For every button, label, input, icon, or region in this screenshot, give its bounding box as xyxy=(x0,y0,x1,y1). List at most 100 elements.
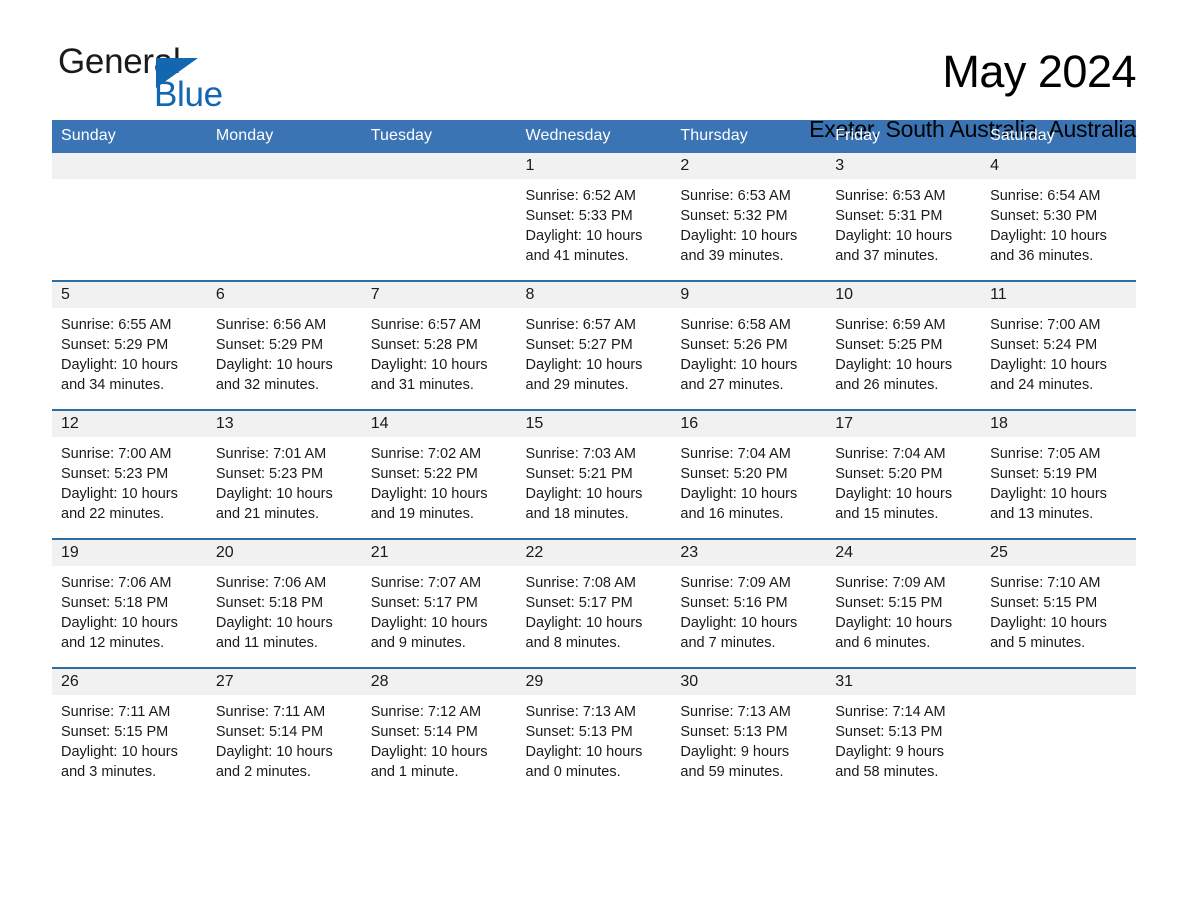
daylight-text-line1: Daylight: 9 hours xyxy=(680,744,790,760)
day-number-cell[interactable]: 27 xyxy=(206,669,362,695)
day-number-cell[interactable]: 15 xyxy=(516,411,672,437)
day-number-cell[interactable]: 21 xyxy=(361,540,517,566)
day-number-cell[interactable]: 14 xyxy=(361,411,517,437)
sunset-text: Sunset: 5:24 PM xyxy=(990,337,1098,353)
daylight-text-line2: and 1 minute. xyxy=(370,764,459,780)
day-number-cell[interactable]: 3 xyxy=(826,153,982,179)
day-number-cell[interactable]: 26 xyxy=(52,669,207,695)
daylight-text-line1: Daylight: 10 hours xyxy=(680,615,798,631)
daylight-text-line2: and 34 minutes. xyxy=(61,377,165,393)
sunset-text: Sunset: 5:29 PM xyxy=(215,337,324,353)
daylight-text-line1: Daylight: 10 hours xyxy=(525,228,643,244)
sunset-text: Sunset: 5:19 PM xyxy=(990,466,1098,482)
day-number-cell[interactable]: 7 xyxy=(361,282,517,308)
day-number-cell[interactable]: 4 xyxy=(981,153,1136,179)
daylight-text-line1: Daylight: 10 hours xyxy=(680,357,798,373)
day-detail-cell: Sunrise: 7:09 AM Sunset: 5:16 PM Daylight:… xyxy=(671,566,827,667)
day-detail-cell: Sunrise: 7:02 AM Sunset: 5:22 PM Daylight:… xyxy=(361,437,517,538)
day-detail-cell: Sunrise: 6:53 AM Sunset: 5:32 PM Daylight:… xyxy=(671,179,827,280)
daylight-text-line2: and 24 minutes. xyxy=(990,377,1094,393)
sunrise-text: Sunrise: 6:58 AM xyxy=(680,317,791,333)
day-number-cell[interactable]: 17 xyxy=(826,411,982,437)
daylight-text-line1: Daylight: 10 hours xyxy=(990,486,1107,502)
day-number-cell[interactable]: 12 xyxy=(52,411,207,437)
daylight-text-line1: Daylight: 10 hours xyxy=(525,615,643,631)
day-number-cell[interactable]: 8 xyxy=(516,282,672,308)
daylight-text-line1: Daylight: 10 hours xyxy=(61,744,178,760)
day-number-cell[interactable]: 20 xyxy=(206,540,362,566)
sunset-text: Sunset: 5:13 PM xyxy=(680,724,788,740)
day-detail-cell: Sunrise: 7:11 AM Sunset: 5:15 PM Daylight:… xyxy=(52,695,207,796)
day-detail-cell: Sunrise: 7:10 AM Sunset: 5:15 PM Daylight:… xyxy=(981,566,1136,667)
daylight-text-line2: and 7 minutes. xyxy=(680,635,776,651)
sunrise-text: Sunrise: 7:07 AM xyxy=(370,575,482,591)
day-number-cell[interactable]: 29 xyxy=(516,669,672,695)
day-number-cell[interactable]: 9 xyxy=(671,282,827,308)
day-detail-cell: Sunrise: 7:04 AM Sunset: 5:20 PM Daylight:… xyxy=(826,437,982,538)
day-number-cell[interactable]: 10 xyxy=(826,282,982,308)
page-header: General Blue May 2024 Exeter, South Aust… xyxy=(0,0,1188,143)
day-detail-cell: Sunrise: 6:55 AM Sunset: 5:29 PM Daylight:… xyxy=(52,308,207,409)
sunset-text: Sunset: 5:28 PM xyxy=(370,337,478,353)
daylight-text-line2: and 31 minutes. xyxy=(370,377,474,393)
day-number-cell[interactable]: 2 xyxy=(671,153,827,179)
day-detail-cell: Sunrise: 6:57 AM Sunset: 5:28 PM Daylight:… xyxy=(361,308,517,409)
day-number-cell[interactable]: 25 xyxy=(981,540,1136,566)
daylight-text-line1: Daylight: 10 hours xyxy=(835,357,953,373)
day-detail-cell: Sunrise: 7:12 AM Sunset: 5:14 PM Daylight:… xyxy=(361,695,517,796)
daylight-text-line1: Daylight: 10 hours xyxy=(215,486,333,502)
daylight-text-line2: and 0 minutes. xyxy=(525,764,621,780)
sunrise-text: Sunrise: 7:12 AM xyxy=(370,704,482,720)
day-number-cell[interactable]: 19 xyxy=(52,540,207,566)
sunset-text: Sunset: 5:13 PM xyxy=(835,724,943,740)
daylight-text-line2: and 13 minutes. xyxy=(990,506,1094,522)
day-number-cell[interactable]: 1 xyxy=(516,153,672,179)
day-detail-cell: Sunrise: 7:01 AM Sunset: 5:23 PM Daylight:… xyxy=(206,437,362,538)
daylight-text-line1: Daylight: 10 hours xyxy=(215,744,333,760)
sunset-text: Sunset: 5:31 PM xyxy=(835,208,943,224)
sunset-text: Sunset: 5:20 PM xyxy=(680,466,788,482)
day-number-cell[interactable]: 31 xyxy=(826,669,982,695)
daylight-text-line2: and 11 minutes. xyxy=(215,635,318,651)
sunrise-text: Sunrise: 7:03 AM xyxy=(525,446,636,462)
sunrise-text: Sunrise: 6:56 AM xyxy=(215,317,327,333)
day-number-cell[interactable]: 24 xyxy=(826,540,982,566)
daylight-text-line2: and 18 minutes. xyxy=(525,506,629,522)
daylight-text-line1: Daylight: 10 hours xyxy=(370,615,488,631)
day-number-cell[interactable]: 22 xyxy=(516,540,672,566)
day-number-cell[interactable]: 23 xyxy=(671,540,827,566)
sunrise-text: Sunrise: 7:06 AM xyxy=(61,575,172,591)
day-detail-cell: Sunrise: 7:07 AM Sunset: 5:17 PM Daylight:… xyxy=(361,566,517,667)
daylight-text-line1: Daylight: 10 hours xyxy=(835,486,953,502)
daylight-text-line1: Daylight: 10 hours xyxy=(370,357,488,373)
sunset-text: Sunset: 5:14 PM xyxy=(370,724,478,740)
daylight-text-line1: Daylight: 10 hours xyxy=(61,486,178,502)
day-number-cell[interactable]: 11 xyxy=(981,282,1136,308)
day-number-cell[interactable]: 30 xyxy=(671,669,827,695)
weekday-header-tuesday: Tuesday xyxy=(361,120,517,153)
day-number-cell[interactable]: 6 xyxy=(206,282,362,308)
daylight-text-line2: and 2 minutes. xyxy=(215,764,311,780)
day-detail-cell: Sunrise: 6:54 AM Sunset: 5:30 PM Daylight:… xyxy=(981,179,1136,280)
daylight-text-line2: and 32 minutes. xyxy=(215,377,320,393)
day-number-cell[interactable]: 16 xyxy=(671,411,827,437)
daylight-text-line2: and 58 minutes. xyxy=(835,764,939,780)
day-number-cell[interactable]: 13 xyxy=(206,411,362,437)
sunset-text: Sunset: 5:30 PM xyxy=(990,208,1098,224)
generalblue-logo: General Blue xyxy=(58,44,238,116)
sunset-text: Sunset: 5:15 PM xyxy=(61,724,169,740)
sunset-text: Sunset: 5:18 PM xyxy=(61,595,169,611)
sunrise-text: Sunrise: 7:01 AM xyxy=(215,446,327,462)
day-number-cell[interactable]: 28 xyxy=(361,669,517,695)
weekday-header-thursday: Thursday xyxy=(671,120,827,153)
day-detail-cell: Sunrise: 7:06 AM Sunset: 5:18 PM Daylight:… xyxy=(52,566,207,667)
sunset-text: Sunset: 5:33 PM xyxy=(525,208,633,224)
day-number-cell[interactable]: 18 xyxy=(981,411,1136,437)
day-detail-row: Sunrise: 6:52 AM Sunset: 5:33 PM Daylight:… xyxy=(52,179,1136,280)
day-number-row: 26 27 28 29 30 31 xyxy=(52,669,1136,695)
page-title: May 2024 xyxy=(942,46,1136,97)
day-number-cell[interactable]: 5 xyxy=(52,282,207,308)
day-number-cell-empty xyxy=(361,153,517,179)
daylight-text-line2: and 59 minutes. xyxy=(680,764,784,780)
sunrise-text: Sunrise: 7:09 AM xyxy=(835,575,946,591)
